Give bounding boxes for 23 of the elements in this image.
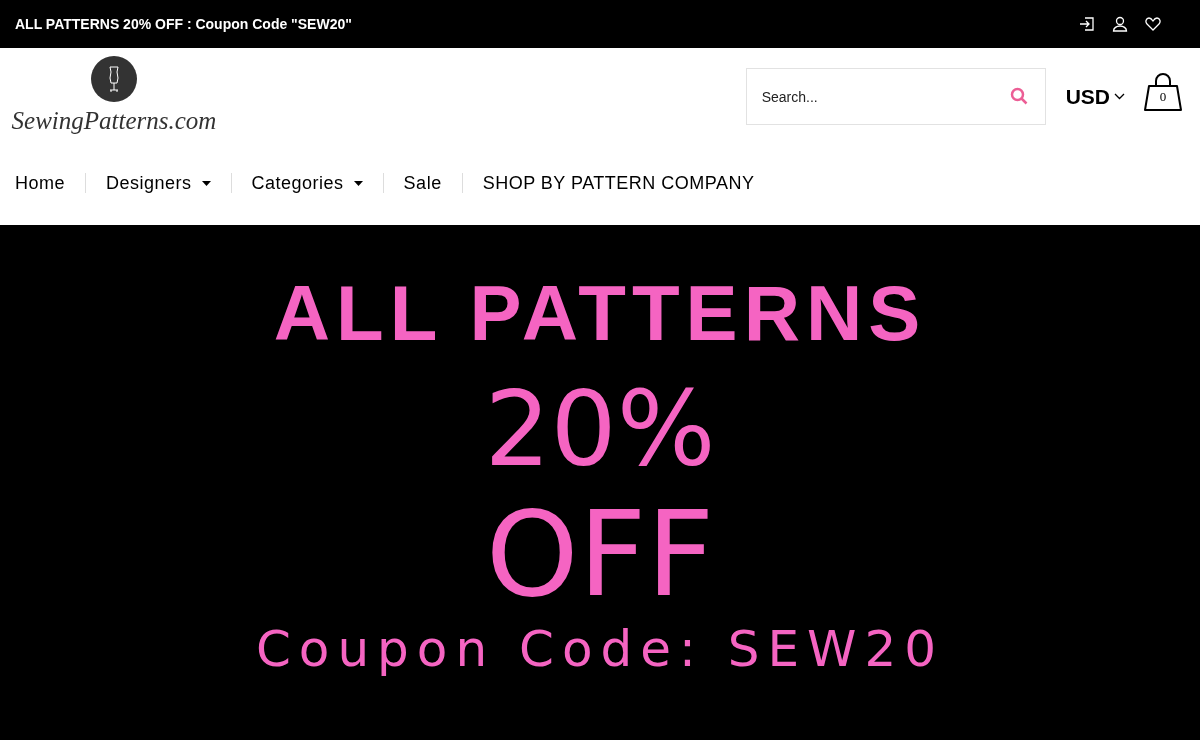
currency-selector[interactable]: USD (1065, 80, 1125, 113)
user-icon[interactable] (1112, 16, 1128, 32)
nav-link[interactable]: Home (15, 169, 65, 197)
promo-banner[interactable]: ALL PATTERNS 20% OFF Coupon Code: SEW20 (0, 225, 1200, 740)
nav-link[interactable]: Categories (251, 169, 363, 197)
dress-form-icon (91, 56, 137, 102)
search-icon[interactable] (1009, 87, 1028, 105)
nav-link[interactable]: SHOP BY PATTERN COMPANY (482, 169, 755, 197)
logo-text[interactable]: SewingPatterns.com (11, 104, 217, 138)
nav-link[interactable]: Designers (106, 169, 211, 197)
chevron-down-icon (1114, 93, 1125, 100)
banner-text: ALL PATTERNS (273, 268, 927, 359)
caret-icon (353, 180, 363, 186)
announcement-text: ALL PATTERNS 20% OFF : Coupon Code "SEW20" (15, 14, 352, 34)
cart-count: 0 (1158, 87, 1168, 106)
caret-icon (201, 180, 211, 186)
banner-text: OFF (485, 489, 715, 619)
search-field[interactable]: Search... (745, 68, 1046, 125)
banner-text: 20% (484, 369, 716, 489)
sign-in-icon[interactable] (1079, 16, 1095, 32)
nav-link[interactable]: Sale (403, 169, 442, 197)
heart-icon[interactable] (1145, 17, 1161, 31)
banner-text: Coupon Code: SEW20 (255, 619, 945, 679)
